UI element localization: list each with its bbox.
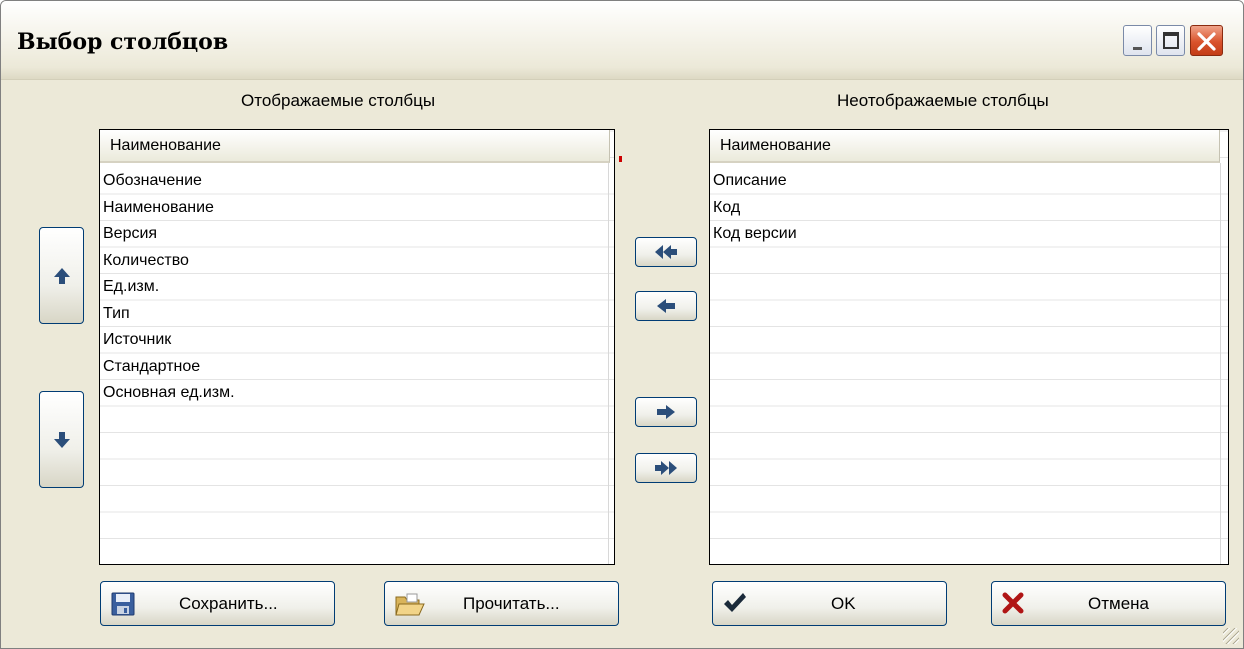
list-item[interactable]: Ед.изм. [100,274,600,301]
list-item[interactable]: Источник [100,327,600,354]
open-folder-icon [395,593,425,616]
displayed-columns-rows: Обозначение Наименование Версия Количест… [100,168,600,407]
move-up-button[interactable] [39,227,84,324]
move-left-button[interactable] [635,291,697,321]
column-divider [1220,163,1221,564]
load-button[interactable]: Прочитать... [384,581,619,626]
maximize-button[interactable] [1156,25,1185,56]
load-button-label: Прочитать... [463,594,560,613]
ok-button[interactable]: OK [712,581,947,626]
list-item[interactable]: Стандартное [100,354,600,381]
list-item[interactable]: Обозначение [100,168,600,195]
arrow-down-icon [53,431,70,448]
hidden-columns-list[interactable]: Наименование Описание Код Код версии [709,129,1229,565]
save-button[interactable]: Сохранить... [100,581,335,626]
ok-button-label: OK [831,594,856,613]
hidden-columns-rows: Описание Код Код версии [710,168,1210,248]
column-header-label: Наименование [720,137,831,154]
window-title: Выбор столбцов [17,29,229,55]
move-right-button[interactable] [635,397,697,427]
column-resize-marker [619,156,622,162]
column-chooser-dialog: Выбор столбцов Отображаемые столбцы Неот… [0,0,1244,649]
move-down-button[interactable] [39,391,84,488]
name-column-header[interactable]: Наименование [710,130,1220,163]
red-x-icon [1002,592,1024,614]
minimize-button[interactable] [1123,25,1152,56]
maximize-icon [1163,32,1179,49]
double-arrow-right-icon [655,461,677,475]
minimize-icon [1133,47,1142,50]
column-divider [608,163,609,564]
double-arrow-left-icon [655,245,677,259]
floppy-disk-icon [111,592,135,616]
close-button[interactable] [1190,25,1223,56]
cancel-button[interactable]: Отмена [991,581,1226,626]
title-bar[interactable]: Выбор столбцов [1,1,1243,80]
arrow-left-icon [657,299,675,313]
list-item[interactable]: Версия [100,221,600,248]
name-column-header[interactable]: Наименование [100,130,610,163]
hidden-columns-caption: Неотображаемые столбцы [837,91,1049,110]
resize-grip[interactable] [1223,628,1239,644]
list-item[interactable]: Количество [100,248,600,275]
cancel-button-label: Отмена [1088,594,1149,613]
column-header-label: Наименование [110,137,221,154]
close-icon [1197,32,1216,51]
displayed-columns-caption: Отображаемые столбцы [241,91,436,110]
arrow-up-icon [53,267,70,284]
list-item[interactable]: Наименование [100,195,600,222]
arrow-right-icon [657,405,675,419]
displayed-columns-list[interactable]: Наименование Обозначение Наименование Ве… [99,129,615,565]
list-item[interactable]: Код [710,195,1210,222]
checkmark-icon [724,593,746,612]
list-item[interactable]: Описание [710,168,1210,195]
move-all-right-button[interactable] [635,453,697,483]
save-button-label: Сохранить... [179,594,278,613]
move-all-left-button[interactable] [635,237,697,267]
list-item[interactable]: Код версии [710,221,1210,248]
list-item[interactable]: Основная ед.изм. [100,380,600,407]
list-item[interactable]: Тип [100,301,600,328]
